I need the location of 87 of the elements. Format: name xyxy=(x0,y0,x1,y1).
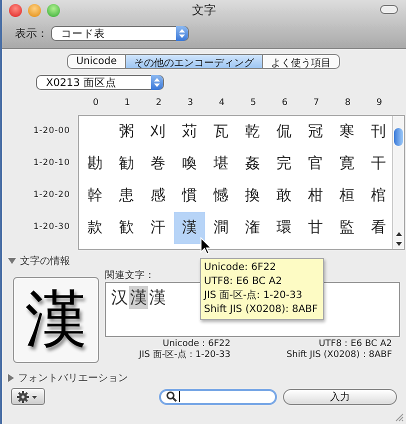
character-cell[interactable]: 甘 xyxy=(300,212,331,244)
related-character[interactable]: 漢 xyxy=(129,286,148,309)
tab[interactable]: よく使う項目 xyxy=(262,54,340,69)
view-dropdown[interactable]: コード表 xyxy=(51,26,189,41)
scrollbar[interactable] xyxy=(392,116,404,249)
character-cell[interactable]: 柑 xyxy=(300,180,331,212)
character-cell[interactable]: 刊 xyxy=(362,116,394,148)
character-cell[interactable]: 寛 xyxy=(331,148,362,180)
character-cell[interactable]: 苅 xyxy=(174,116,205,148)
character-cell[interactable]: 款 xyxy=(79,212,110,244)
character-cell[interactable]: 棺 xyxy=(362,180,394,212)
column-header: 0 xyxy=(92,98,100,110)
row-label: 1-20-10 xyxy=(32,157,71,170)
column-header: 5 xyxy=(249,98,258,110)
tooltip-text: JIS 面-区-点: 1-20-33 xyxy=(204,289,304,303)
character-cell[interactable]: 漢 xyxy=(174,212,205,244)
tooltip-text: Shift JIS (X0208): 8ABF xyxy=(204,303,319,317)
character-cell[interactable]: 姦 xyxy=(236,148,268,180)
code-text: JIS 面-区-点：1-20-33 xyxy=(138,350,232,361)
character-cell[interactable]: 勘 xyxy=(79,148,110,180)
character-cell[interactable]: 喚 xyxy=(174,148,205,180)
character-cell[interactable]: 粥 xyxy=(110,116,142,148)
column-header: 4 xyxy=(218,98,226,110)
character-cell[interactable]: 瓦 xyxy=(205,116,236,148)
character-preview: 漢 xyxy=(13,277,99,363)
row-label: 1-20-00 xyxy=(32,125,71,138)
character-cell[interactable]: 堪 xyxy=(205,148,236,180)
code-text: Unicode：6F22 xyxy=(162,339,232,350)
search-field[interactable] xyxy=(159,388,277,404)
scroll-arrows-icon[interactable] xyxy=(396,231,402,247)
character-cell[interactable]: 巻 xyxy=(142,148,174,180)
search-icon xyxy=(166,391,177,402)
tooltip-text: Unicode: 6F22 xyxy=(204,261,277,275)
related-label: 関連文字： xyxy=(105,269,155,282)
character-cell[interactable]: 汗 xyxy=(142,212,174,244)
character-cell[interactable]: 感 xyxy=(142,180,174,212)
related-character[interactable]: 漢 xyxy=(148,286,167,309)
column-header: 1 xyxy=(123,98,132,110)
character-cell[interactable]: 澗 xyxy=(205,212,236,244)
stepper-arrows-icon xyxy=(154,78,160,87)
character-cell[interactable]: 換 xyxy=(236,180,268,212)
action-menu-button[interactable] xyxy=(11,388,45,405)
column-header: 6 xyxy=(280,98,289,110)
character-cell[interactable]: 幹 xyxy=(79,180,110,212)
column-header: 9 xyxy=(375,98,384,110)
column-header: 3 xyxy=(186,98,194,110)
character-cell[interactable]: 勧 xyxy=(110,148,142,180)
character-cell[interactable]: 干 xyxy=(362,148,394,180)
character-cell[interactable]: 環 xyxy=(268,212,300,244)
character-cell[interactable]: 憾 xyxy=(205,180,236,212)
character-cell[interactable]: 完 xyxy=(268,148,300,180)
column-header: 8 xyxy=(344,98,352,110)
font-variation-toggle[interactable]: フォントバリエーション xyxy=(2,371,406,384)
code-text: UTF8：E6 BC A2 xyxy=(318,339,393,350)
stepper-arrows-icon xyxy=(179,29,185,38)
character-cell[interactable]: 歓 xyxy=(110,212,142,244)
view-label: 表示： xyxy=(15,26,48,41)
character-cell[interactable]: 乾 xyxy=(236,116,268,148)
gear-icon xyxy=(17,390,39,402)
close-button[interactable] xyxy=(9,4,22,16)
window-title: 文字 xyxy=(192,2,216,18)
character-cell[interactable]: 侃 xyxy=(268,116,300,148)
toolbar-toggle-button[interactable] xyxy=(380,5,398,14)
row-label: 1-20-30 xyxy=(32,221,71,234)
tooltip-text: UTF8: E6 BC A2 xyxy=(204,275,283,289)
character-cell[interactable]: 桓 xyxy=(331,180,362,212)
tab[interactable]: その他のエンコーディング xyxy=(124,54,263,69)
character-cell[interactable]: 刈 xyxy=(142,116,174,148)
column-header: 7 xyxy=(312,98,320,110)
encoding-dropdown[interactable]: X0213 面区点 xyxy=(36,75,164,90)
character-cell[interactable]: 潅 xyxy=(236,212,268,244)
character-cell[interactable]: 患 xyxy=(110,180,142,212)
character-cell[interactable]: 官 xyxy=(300,148,331,180)
character-cell[interactable]: 慣 xyxy=(174,180,205,212)
row-label: 1-20-20 xyxy=(32,189,71,202)
tab[interactable]: Unicode xyxy=(67,54,126,69)
related-character[interactable]: 汉 xyxy=(110,286,129,309)
character-cell[interactable]: 監 xyxy=(331,212,362,244)
character-cell[interactable]: 冠 xyxy=(300,116,331,148)
character-cell[interactable]: 寒 xyxy=(331,116,362,148)
scroll-thumb[interactable] xyxy=(394,128,403,146)
code-text: Shift JIS (X0208)：8ABF xyxy=(285,350,393,361)
insert-button[interactable]: 入力 xyxy=(283,388,397,404)
column-header: 2 xyxy=(154,98,163,110)
character-cell[interactable]: 敢 xyxy=(268,180,300,212)
character-cell[interactable]: 看 xyxy=(362,212,394,244)
resize-grip-icon xyxy=(394,412,404,422)
